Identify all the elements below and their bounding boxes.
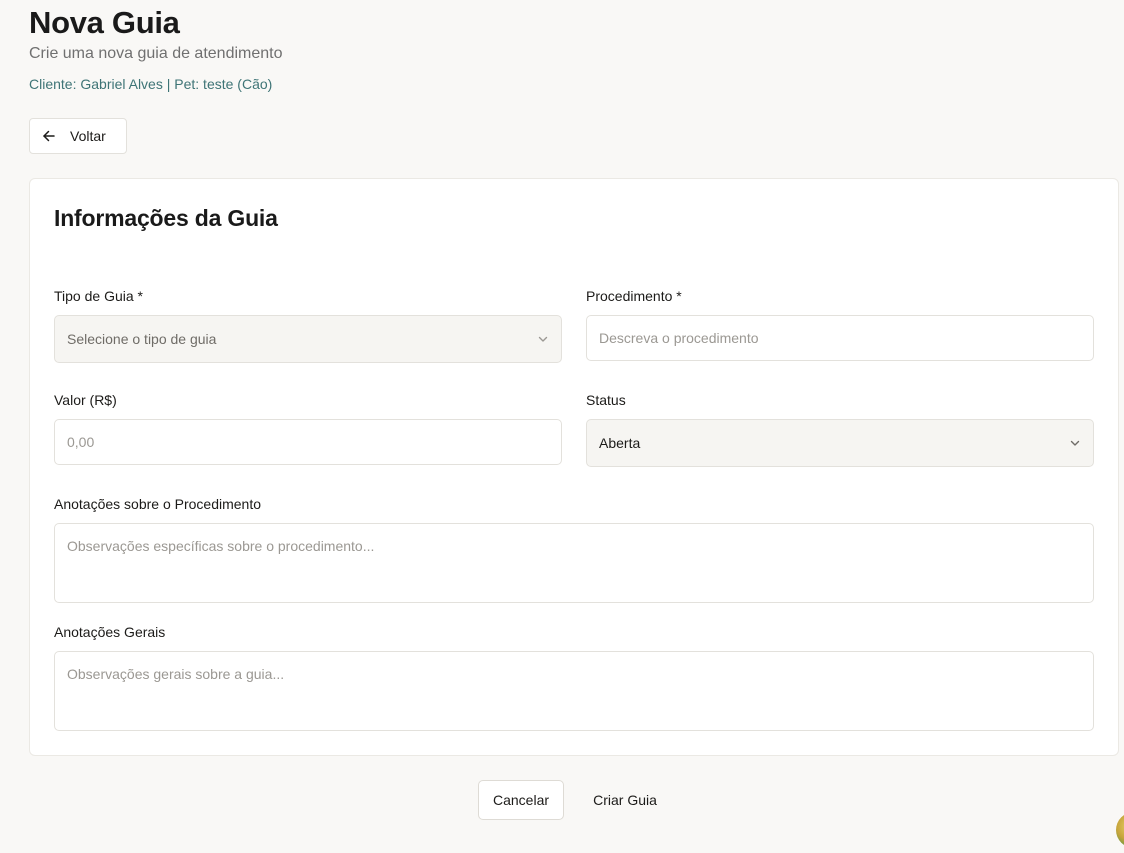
procedimento-label: Procedimento *	[586, 288, 682, 304]
status-value: Aberta	[599, 435, 641, 451]
anotacoes-procedimento-textarea[interactable]	[54, 523, 1094, 603]
status-label: Status	[586, 392, 626, 408]
chevron-down-icon	[537, 333, 549, 345]
anotacoes-gerais-label: Anotações Gerais	[54, 624, 166, 640]
valor-input[interactable]	[54, 419, 562, 465]
back-button[interactable]: Voltar	[29, 118, 127, 154]
status-select[interactable]: Aberta	[586, 419, 1094, 467]
client-pet-info: Cliente: Gabriel Alves | Pet: teste (Cão…	[29, 76, 273, 92]
guide-info-card: Informações da Guia Tipo de Guia * Selec…	[29, 178, 1119, 756]
anotacoes-procedimento-label: Anotações sobre o Procedimento	[54, 496, 262, 512]
anotacoes-gerais-textarea[interactable]	[54, 651, 1094, 731]
avatar[interactable]	[1116, 812, 1124, 848]
back-button-label: Voltar	[70, 128, 106, 144]
card-title: Informações da Guia	[54, 205, 278, 231]
chevron-down-icon	[1069, 437, 1081, 449]
tipo-guia-label: Tipo de Guia *	[54, 288, 143, 304]
page: Nova Guia Crie uma nova guia de atendime…	[0, 0, 1124, 853]
tipo-guia-select[interactable]: Selecione o tipo de guia	[54, 315, 562, 363]
tipo-guia-placeholder: Selecione o tipo de guia	[67, 331, 217, 347]
arrow-left-icon	[42, 129, 56, 143]
page-title: Nova Guia	[29, 5, 180, 40]
page-subtitle: Crie uma nova guia de atendimento	[29, 45, 283, 62]
create-guide-button[interactable]: Criar Guia	[580, 780, 670, 820]
procedimento-input[interactable]	[586, 315, 1094, 361]
valor-label: Valor (R$)	[54, 392, 117, 408]
cancel-button[interactable]: Cancelar	[478, 780, 564, 820]
